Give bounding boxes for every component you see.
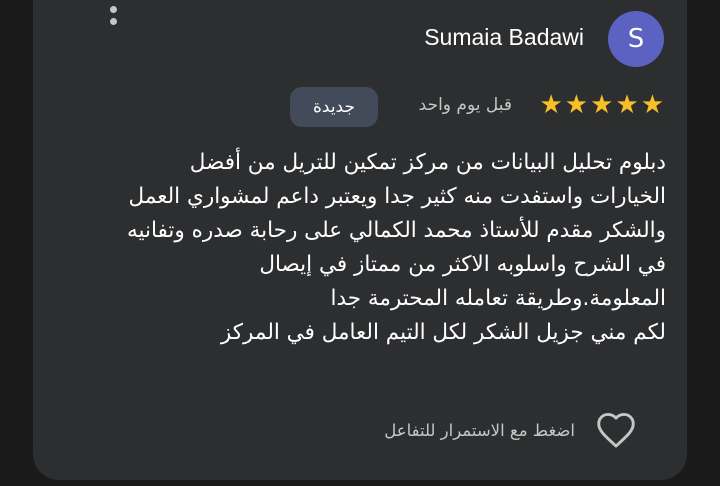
star-icon: ★ — [615, 90, 639, 120]
menu-dot — [109, 5, 117, 13]
review-text-line: في الشرح واسلوبه الاكثر من ممتاز في إيصا… — [259, 252, 666, 277]
review-text-line: الخيارات واستفدت منه كثير جدا ويعتبر داع… — [128, 184, 666, 209]
new-badge: جديدة — [290, 87, 378, 127]
review-text-line: لكم مني جزيل الشكر لكل التيم العامل في ا… — [220, 320, 666, 345]
avatar[interactable]: S — [608, 11, 664, 67]
more-options-icon[interactable] — [103, 0, 123, 27]
star-rating: ★ ★ ★ ★ ★ — [539, 90, 664, 120]
review-text-line: والشكر مقدم للأستاذ محمد الكمالي على رحا… — [126, 218, 666, 243]
review-time: قبل يوم واحد — [418, 95, 512, 115]
star-icon: ★ — [640, 90, 664, 120]
reviewer-name[interactable]: Sumaia Badawi — [424, 24, 584, 51]
star-icon: ★ — [564, 90, 589, 120]
review-text: دبلوم تحليل البيانات من مركز تمكين للتري… — [126, 146, 666, 350]
heart-icon[interactable] — [595, 411, 637, 449]
review-text-line: دبلوم تحليل البيانات من مركز تمكين للتري… — [189, 150, 666, 175]
star-icon: ★ — [539, 90, 563, 120]
menu-dot — [109, 18, 117, 25]
review-text-line: المعلومة.وطريقة تعامله المحترمة جدا — [330, 286, 666, 311]
star-icon: ★ — [590, 90, 614, 120]
react-hint: اضغط مع الاستمرار للتفاعل — [384, 421, 575, 440]
